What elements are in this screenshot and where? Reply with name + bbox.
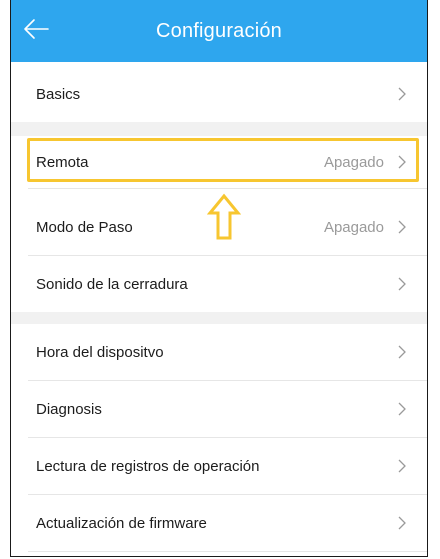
arrow-up-outline-icon <box>207 193 241 240</box>
row-label: Basics <box>36 85 81 103</box>
row-divider <box>28 188 427 189</box>
settings-row-firmware[interactable]: Actualización de firmware <box>11 495 427 551</box>
chevron-right-icon <box>398 402 406 416</box>
section-separator <box>11 312 427 324</box>
settings-row-basics[interactable]: Basics <box>11 66 427 122</box>
row-label: Modo de Paso <box>36 218 133 236</box>
row-divider <box>28 551 427 552</box>
row-value: Apagado <box>323 218 384 236</box>
settings-row-lectura-registros[interactable]: Lectura de registros de operación <box>11 438 427 494</box>
row-label: Actualización de firmware <box>36 514 207 532</box>
settings-row-diagnosis[interactable]: Diagnosis <box>11 381 427 437</box>
chevron-right-icon <box>398 87 406 101</box>
header-bar: Configuración <box>11 0 427 62</box>
arrow-left-icon[interactable] <box>21 14 51 44</box>
chevron-right-icon <box>398 220 406 234</box>
settings-row-hora[interactable]: Hora del dispositvo <box>11 324 427 380</box>
row-label: Sonido de la cerradura <box>36 275 188 293</box>
highlight-box <box>27 138 419 182</box>
settings-screen: Configuración Basics Remota Apagado Modo… <box>10 0 428 557</box>
row-label: Diagnosis <box>36 400 102 418</box>
row-label: Lectura de registros de operación <box>36 457 260 475</box>
settings-row-sonido[interactable]: Sonido de la cerradura <box>11 256 427 312</box>
chevron-right-icon <box>398 516 406 530</box>
chevron-right-icon <box>398 277 406 291</box>
section-separator <box>11 122 427 136</box>
chevron-right-icon <box>398 345 406 359</box>
chevron-right-icon <box>398 459 406 473</box>
row-label: Hora del dispositvo <box>36 343 164 361</box>
page-title: Configuración <box>155 19 282 42</box>
